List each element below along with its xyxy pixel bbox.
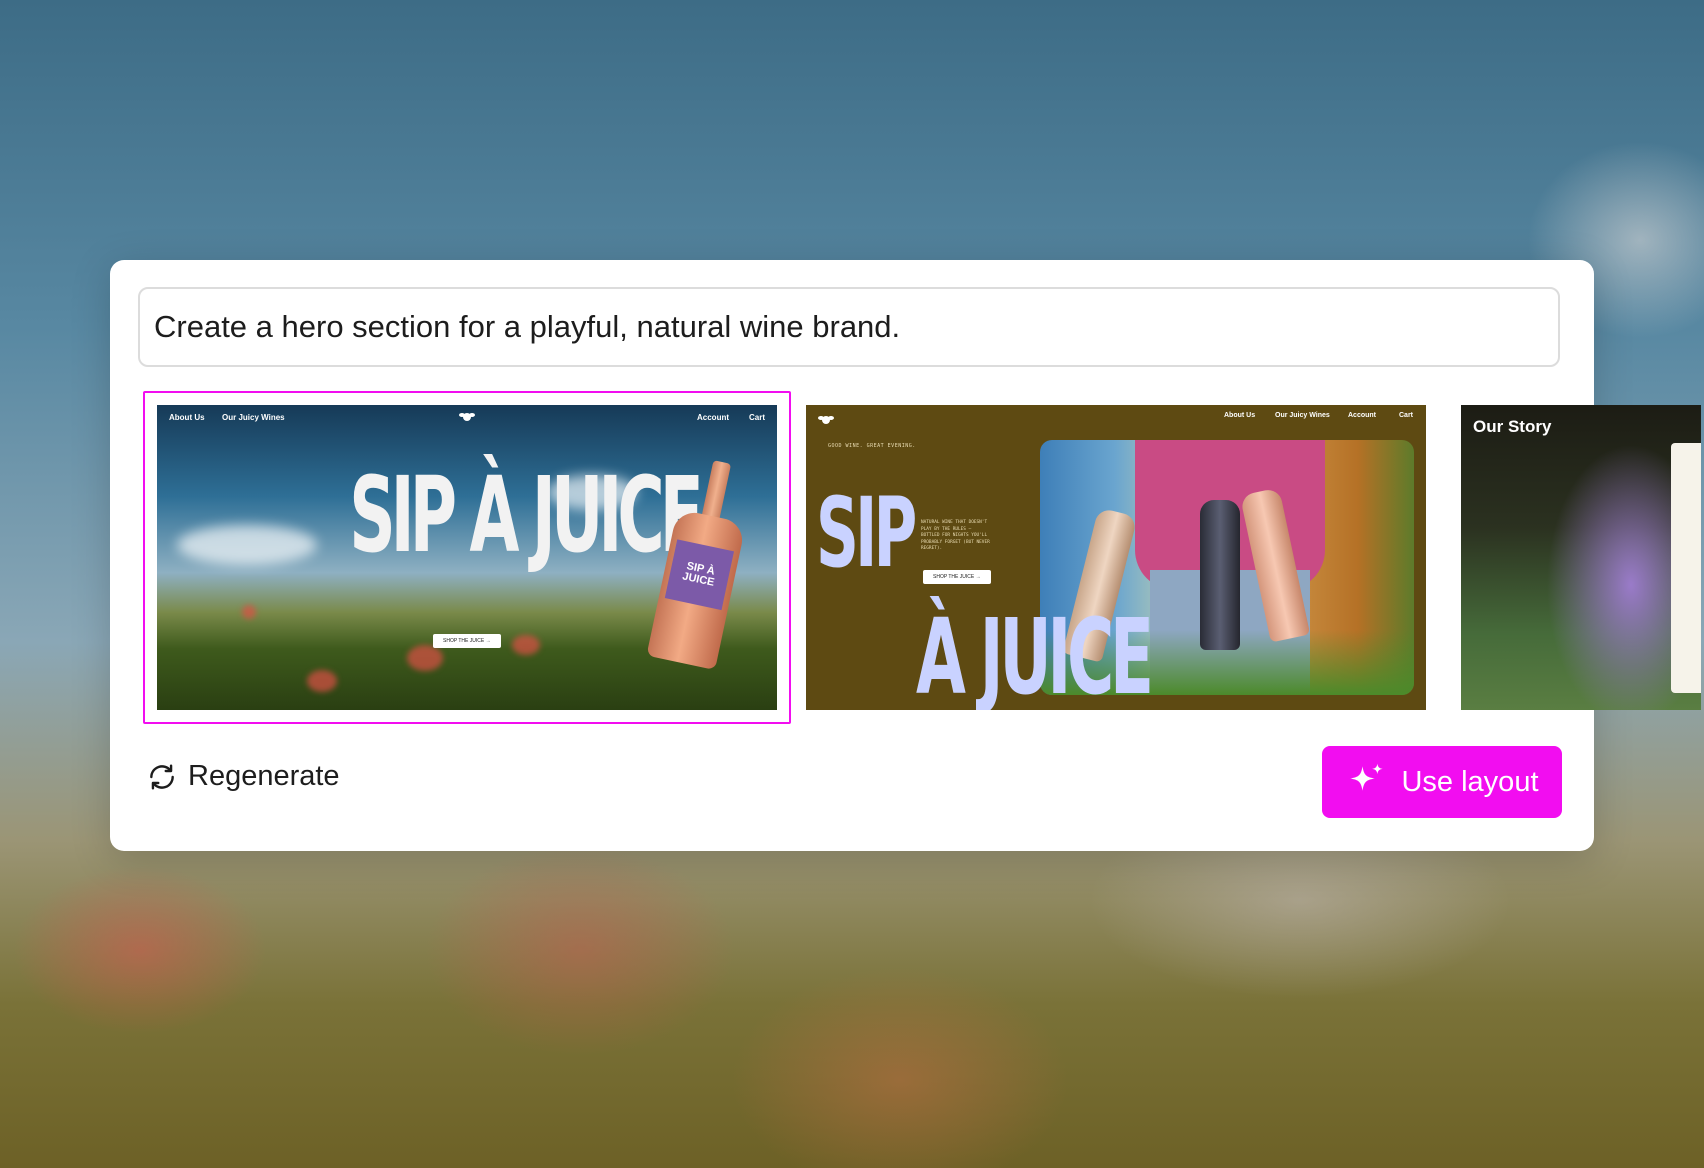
bee-logo-icon: [818, 416, 834, 424]
nav-wines[interactable]: Our Juicy Wines: [1275, 412, 1330, 419]
prompt-input[interactable]: Create a hero section for a playful, nat…: [138, 287, 1560, 367]
ticket-graphic: [1671, 443, 1701, 693]
nav-cart[interactable]: Cart: [1399, 412, 1413, 419]
layout-generator-panel: Create a hero section for a playful, nat…: [110, 260, 1701, 851]
nav-about[interactable]: About Us: [1224, 412, 1255, 419]
story-title: Our Story: [1473, 417, 1552, 436]
shop-button[interactable]: SHOP THE JUICE →: [923, 570, 991, 584]
brand-description: NATURAL WINE THAT DOESN'T PLAY BY THE RU…: [921, 520, 990, 552]
regenerate-label: Regenerate: [188, 760, 340, 792]
nav-account[interactable]: Account: [1348, 412, 1376, 419]
refresh-icon: [150, 763, 174, 790]
use-layout-label: Use layout: [1401, 765, 1539, 798]
photo-bottle: [1200, 500, 1240, 650]
tagline: GOOD WINE. GREAT EVENING.: [828, 443, 916, 449]
layout-option-2[interactable]: About Us Our Juicy Wines Account Cart GO…: [806, 405, 1426, 710]
use-layout-button[interactable]: Use layout: [1322, 746, 1562, 818]
regenerate-button[interactable]: Regenerate: [146, 760, 340, 793]
headline-bottom: À JUICE: [916, 596, 1154, 710]
prompt-text: Create a hero section for a playful, nat…: [154, 309, 901, 344]
sparkle-icon: [1350, 763, 1384, 791]
layout-option-3[interactable]: Our Story: [1461, 405, 1701, 710]
headline-top: SIP: [816, 477, 917, 589]
selection-outline: [143, 391, 791, 724]
